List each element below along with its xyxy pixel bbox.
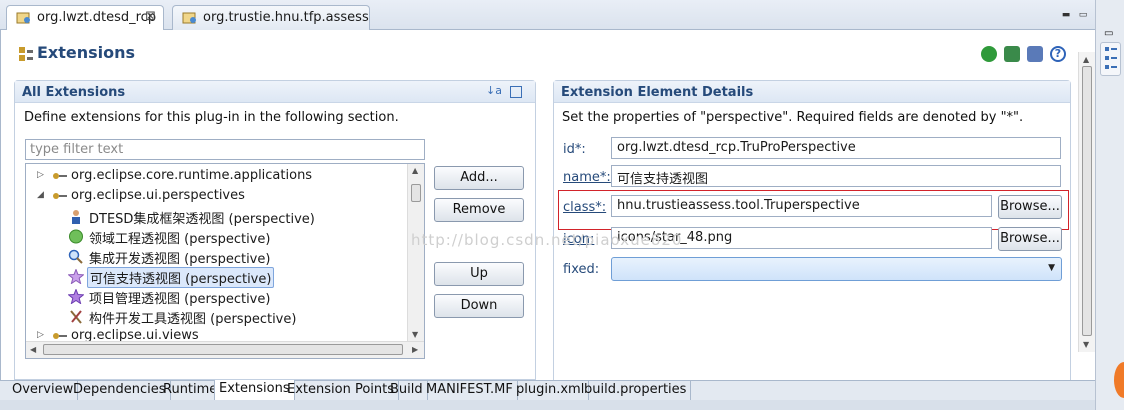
down-button[interactable]: Down	[434, 294, 524, 318]
remove-button[interactable]: Remove	[434, 198, 524, 222]
plugin-manifest-icon	[182, 12, 196, 24]
scroll-thumb[interactable]	[411, 184, 421, 202]
scroll-left-icon[interactable]: ◀	[30, 345, 36, 354]
scroll-up-icon[interactable]: ▲	[412, 166, 418, 175]
magnifier-icon	[68, 249, 83, 264]
right-toolbar: ▭	[1095, 0, 1124, 410]
scroll-down-icon[interactable]: ▼	[1083, 340, 1089, 349]
tree-item-label: 集成开发透视图 (perspective)	[89, 252, 271, 267]
extensions-editor: Extensions ? All Extensions ↓a Define ex…	[0, 30, 1095, 380]
star-icon	[68, 269, 84, 284]
chevron-down-icon[interactable]: ▼	[1048, 263, 1055, 273]
restore-icon[interactable]: ▭	[1104, 28, 1113, 39]
editor-tab-tfp-assess[interactable]: org.trustie.hnu.tfp.assess	[172, 5, 370, 31]
extensions-tree: ▷ org.eclipse.core.runtime.applications …	[25, 163, 425, 359]
tab-extension-points[interactable]: Extension Points	[283, 381, 400, 401]
orange-circle-icon	[1114, 362, 1124, 398]
tree-item-label: org.eclipse.core.runtime.applications	[71, 168, 313, 183]
collapse-all-icon[interactable]	[510, 86, 522, 98]
expand-icon[interactable]: ▷	[37, 170, 47, 180]
tab-plugin-xml[interactable]: plugin.xml	[512, 381, 590, 401]
run-icon[interactable]	[981, 46, 997, 62]
tab-build-properties[interactable]: build.properties	[580, 381, 692, 401]
editor-tab-bar: org.lwzt.dtesd_rcp ⊠ org.trustie.hnu.tfp…	[0, 0, 1095, 32]
class-link[interactable]: class*:	[563, 200, 606, 215]
person-icon	[72, 210, 80, 224]
page-title: Extensions	[37, 43, 136, 62]
globe-icon	[69, 229, 83, 244]
filter-input[interactable]: type filter text	[25, 139, 425, 160]
section-header: Extension Element Details	[554, 81, 1070, 103]
tools-icon	[70, 310, 82, 324]
tree-vertical-scrollbar[interactable]: ▲ ▼	[407, 164, 424, 342]
debug-icon[interactable]	[1004, 46, 1020, 62]
scroll-up-icon[interactable]: ▲	[1083, 55, 1089, 64]
tab-overview[interactable]: Overview	[8, 381, 79, 401]
section-header: All Extensions ↓a	[15, 81, 535, 103]
tab-runtime[interactable]: Runtime	[159, 381, 223, 401]
extensions-icon	[19, 47, 33, 61]
collapse-icon[interactable]: ◢	[37, 190, 47, 200]
tree-item-label: 项目管理透视图 (perspective)	[89, 292, 271, 307]
section-title: Extension Element Details	[561, 85, 754, 100]
page-tabs: Overview Dependencies Runtime Extensions…	[0, 380, 1095, 401]
page-header: Extensions	[9, 40, 1079, 70]
section-title: All Extensions	[22, 85, 126, 100]
editor-tab-label: org.trustie.hnu.tfp.assess	[203, 10, 369, 25]
help-icon[interactable]: ?	[1050, 46, 1066, 62]
fixed-label: fixed:	[563, 262, 600, 277]
tree-item-label: 构件开发工具透视图 (perspective)	[89, 312, 297, 327]
watermark: http://blog.csdn.net/piaoxue820	[411, 231, 683, 249]
export-icon[interactable]	[1027, 46, 1043, 62]
tab-manifest[interactable]: MANIFEST.MF	[422, 381, 518, 401]
plugin-manifest-icon	[16, 12, 30, 24]
up-button[interactable]: Up	[434, 262, 524, 286]
name-field[interactable]: 可信支持透视图	[611, 165, 1061, 187]
editor-tab-label: org.lwzt.dtesd_rcp	[37, 10, 157, 25]
star-icon	[68, 289, 84, 304]
icon-browse-button[interactable]: Browse...	[998, 227, 1062, 251]
close-icon[interactable]: ⊠	[145, 9, 156, 24]
extension-point-icon	[53, 193, 67, 199]
section-description: Define extensions for this plug-in in th…	[24, 110, 399, 125]
minimize-icon[interactable]: ▬	[1060, 10, 1072, 20]
details-description: Set the properties of "perspective". Req…	[562, 110, 1024, 125]
scroll-thumb[interactable]	[43, 344, 403, 355]
tree-item-label: 可信支持透视图 (perspective)	[87, 267, 275, 288]
add-button[interactable]: Add...	[434, 166, 524, 190]
maximize-icon[interactable]: ▭	[1077, 10, 1089, 20]
status-strip	[0, 400, 1095, 410]
scroll-down-icon[interactable]: ▼	[412, 330, 418, 339]
scroll-thumb[interactable]	[1082, 66, 1092, 336]
tree-item-label: org.eclipse.ui.perspectives	[71, 188, 245, 203]
tree-item-label: 领域工程透视图 (perspective)	[89, 232, 271, 247]
editor-vertical-scrollbar[interactable]: ▲ ▼	[1078, 52, 1095, 352]
class-field[interactable]: hnu.trustieassess.tool.Truperspective	[611, 195, 992, 217]
outline-icon	[1105, 47, 1117, 69]
fixed-combo[interactable]: ▼	[611, 257, 1062, 281]
id-label: id*:	[563, 142, 586, 157]
tree-item-label: DTESD集成框架透视图 (perspective)	[89, 212, 315, 227]
class-browse-button[interactable]: Browse...	[998, 195, 1062, 219]
sort-icon[interactable]: ↓a	[486, 84, 502, 97]
tab-dependencies[interactable]: Dependencies	[69, 381, 171, 401]
scroll-right-icon[interactable]: ▶	[412, 345, 418, 354]
editor-tab-dtesd-rcp[interactable]: org.lwzt.dtesd_rcp ⊠	[6, 5, 164, 32]
outline-view-button[interactable]	[1100, 42, 1121, 76]
expand-icon[interactable]: ▷	[37, 330, 47, 340]
extension-point-icon	[53, 173, 67, 179]
tree-horizontal-scrollbar[interactable]: ◀ ▶	[26, 341, 424, 358]
id-field[interactable]: org.lwzt.dtesd_rcp.TruProPerspective	[611, 137, 1061, 159]
name-link[interactable]: name*:	[563, 170, 611, 185]
